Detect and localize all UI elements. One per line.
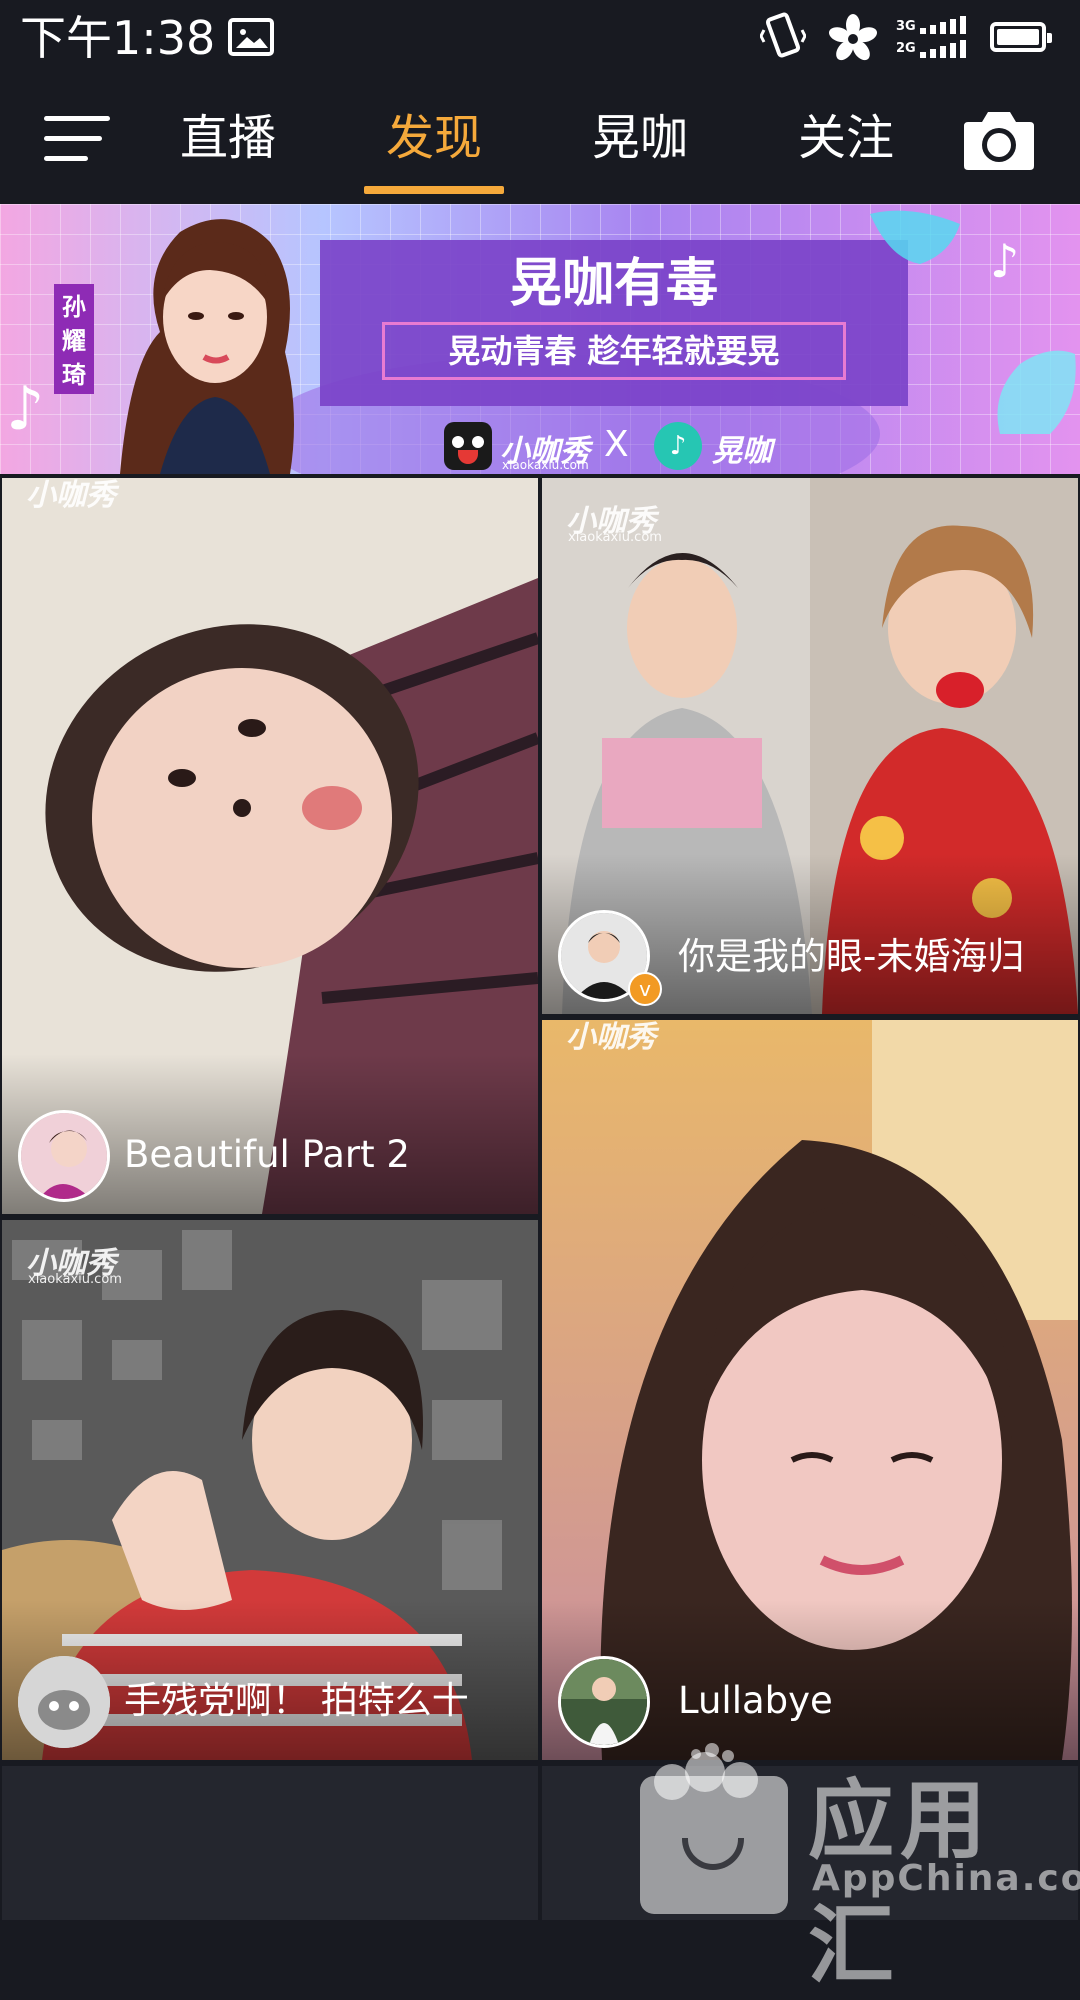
status-bar: 下午1:38 3G 2G [0,0,1080,78]
appchina-bag-icon [640,1776,788,1914]
banner-portrait-image [120,219,294,474]
avatar[interactable] [18,1656,110,1748]
hand-graphic-icon [997,350,1076,434]
verified-badge-icon: v [628,972,662,1006]
tab-discover[interactable]: 发现 [364,98,504,178]
flower-icon [828,14,878,68]
video-watermark: 小咖秀 [566,1020,656,1055]
appchina-watermark-en: AppChina.com [812,1858,1080,1899]
video-card[interactable]: 小咖秀 Beautiful Part 2 [2,478,538,1214]
tab-live[interactable]: 直播 [158,98,298,178]
music-note-icon: ♪ [6,374,45,444]
hand-graphic-icon [870,210,960,264]
avatar[interactable] [558,1656,650,1748]
active-tab-indicator [364,186,504,194]
menu-icon[interactable] [44,116,112,164]
status-time: 下午1:38 [20,11,216,65]
gallery-icon [228,18,274,56]
top-nav: 直播 发现 晃咖 关注 [0,78,1080,202]
video-caption: 你是我的眼-未婚海归 [678,935,1025,978]
vibrate-icon [759,12,807,68]
video-watermark-domain: xiaokaxiu.com [28,1272,122,1287]
video-caption: 手残党啊！ 拍特么十 [124,1679,469,1722]
banner-person-name: 孙耀琦 [54,284,94,394]
music-note-icon: ♪ [990,234,1020,288]
promo-banner[interactable]: 孙耀琦 晃咖有毒 晃动青春 趁年轻就要晃 小咖秀 xiaokaxiu.com X… [0,204,1080,474]
video-card[interactable] [2,1766,538,1920]
banner-title: 晃咖有毒 [509,254,718,314]
banner-subtitle: 晃动青春 趁年轻就要晃 [448,332,780,370]
huangka-logo-icon: ♪ [654,422,702,470]
signal-icon: 3G 2G [894,16,974,64]
tab-huangka[interactable]: 晃咖 [570,98,710,178]
video-watermark: 小咖秀 [26,478,116,513]
tab-follow[interactable]: 关注 [776,98,916,178]
video-card[interactable]: 小咖秀 Lullabye [542,1020,1078,1760]
video-watermark-domain: xiaokaxiu.com [568,530,662,545]
avatar[interactable] [18,1110,110,1202]
banner-separator: X [604,424,629,465]
network-top-label: 3G [896,19,916,34]
battery-icon [990,22,1052,52]
video-caption: Beautiful Part 2 [124,1133,410,1176]
video-card[interactable]: 小咖秀 xiaokaxiu.com v 你是我的眼-未婚海归 [542,478,1078,1014]
camera-icon[interactable] [962,106,1036,172]
xiaokaxiu-logo-icon [444,422,492,470]
video-caption: Lullabye [678,1679,833,1722]
banner-brand2: 晃咖 [712,434,772,469]
network-bottom-label: 2G [896,41,916,56]
banner-brand1-domain: xiaokaxiu.com [502,458,589,472]
video-card[interactable]: 小咖秀 xiaokaxiu.com 手残党啊！ 拍特么十 [2,1220,538,1760]
